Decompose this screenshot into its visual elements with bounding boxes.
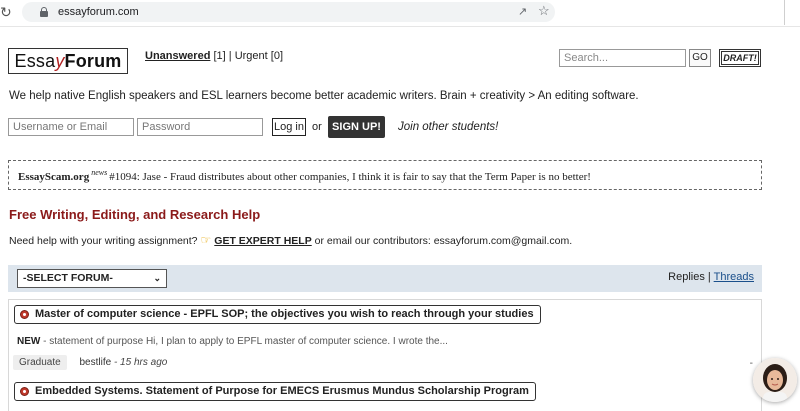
thread-reply-count: - xyxy=(749,358,753,369)
thread-list: Master of computer science - EPFL SOP; t… xyxy=(8,299,762,411)
tagline: We help native English speakers and ESL … xyxy=(9,90,639,102)
site-logo[interactable]: Essa y Forum xyxy=(8,48,128,74)
thread-snippet[interactable]: NEW - statement of purpose Hi, I plan to… xyxy=(17,336,448,347)
thread-status-icon xyxy=(20,387,29,396)
signup-button[interactable]: SIGN UP! xyxy=(328,116,385,138)
select-chevron-icon: ⌄ xyxy=(153,273,161,283)
draft-button[interactable]: DRAFT! xyxy=(719,49,761,67)
forum-links-separator: | xyxy=(707,271,711,283)
thread-title[interactable]: Master of computer science - EPFL SOP; t… xyxy=(14,305,541,324)
share-icon[interactable]: ↗ xyxy=(518,5,527,18)
thread-author[interactable]: bestlife xyxy=(79,357,111,368)
replies-link[interactable]: Replies xyxy=(668,271,705,283)
unanswered-link[interactable]: Unanswered xyxy=(145,50,210,62)
help-line: Need help with your writing assignment? ☞… xyxy=(9,233,572,247)
threads-link[interactable]: Threads xyxy=(714,271,754,283)
password-field[interactable] xyxy=(137,118,263,136)
thread-status-icon xyxy=(20,310,29,319)
thread-title-text[interactable]: Master of computer science - EPFL SOP; t… xyxy=(35,308,534,320)
join-text: Join other students! xyxy=(398,121,499,133)
forum-bar: -SELECT FORUM- ⌄ Replies | Threads xyxy=(8,265,762,292)
search-go-button[interactable]: GO xyxy=(689,49,711,67)
forum-links: Replies | Threads xyxy=(668,271,754,283)
search-input[interactable] xyxy=(559,49,686,67)
browser-toolbar: ↻ essayforum.com ↗ ☆ xyxy=(0,0,800,27)
top-links: Unanswered [1] | Urgent [0] xyxy=(145,50,283,62)
news-site[interactable]: EssayScam.org xyxy=(18,171,89,183)
or-label: or xyxy=(312,121,322,133)
pointing-hand-icon: ☞ xyxy=(200,233,212,247)
help-suffix: or email our contributors: essayforum.co… xyxy=(314,235,573,247)
thread-time: - 15 hrs ago xyxy=(113,357,168,368)
news-text[interactable]: #1094: Jase - Fraud distributes about ot… xyxy=(109,171,591,183)
address-bar[interactable]: essayforum.com ↗ ☆ xyxy=(22,2,555,22)
unanswered-count: [1] xyxy=(213,50,226,62)
news-tag: news xyxy=(91,168,108,177)
expert-help-link[interactable]: GET EXPERT HELP xyxy=(214,235,311,247)
thread-title-text[interactable]: Embedded Systems. Statement of Purpose f… xyxy=(35,385,529,397)
url-text[interactable]: essayforum.com xyxy=(58,5,139,19)
thread-title[interactable]: Embedded Systems. Statement of Purpose f… xyxy=(14,382,536,401)
avatar-image xyxy=(753,358,797,402)
help-prefix: Need help with your writing assignment? xyxy=(9,235,198,247)
username-field[interactable] xyxy=(8,118,134,136)
new-label: NEW xyxy=(17,336,41,347)
logo-forum: Forum xyxy=(64,50,122,71)
login-button[interactable]: Log in xyxy=(272,118,306,136)
top-links-separator: | xyxy=(228,50,232,62)
category-badge[interactable]: Graduate xyxy=(13,355,67,370)
star-icon[interactable]: ☆ xyxy=(538,3,550,19)
forum-select-value: -SELECT FORUM- xyxy=(23,272,113,284)
logo-essay: Essa xyxy=(14,50,56,71)
help-heading: Free Writing, Editing, and Research Help xyxy=(9,207,261,222)
snippet-text[interactable]: - statement of purpose Hi, I plan to app… xyxy=(43,336,448,347)
lock-icon[interactable] xyxy=(40,7,48,17)
forum-select[interactable]: -SELECT FORUM- ⌄ xyxy=(17,269,167,288)
urgent-link[interactable]: Urgent [0] xyxy=(235,50,283,62)
reload-icon[interactable]: ↻ xyxy=(0,3,14,21)
toolbar-divider xyxy=(784,0,785,25)
chat-avatar[interactable] xyxy=(753,358,797,402)
thread-meta: Graduate bestlife - 15 hrs ago xyxy=(13,355,167,370)
logo-y: y xyxy=(55,50,65,71)
news-ticker[interactable]: EssayScam.org news #1094: Jase - Fraud dis… xyxy=(8,160,762,190)
